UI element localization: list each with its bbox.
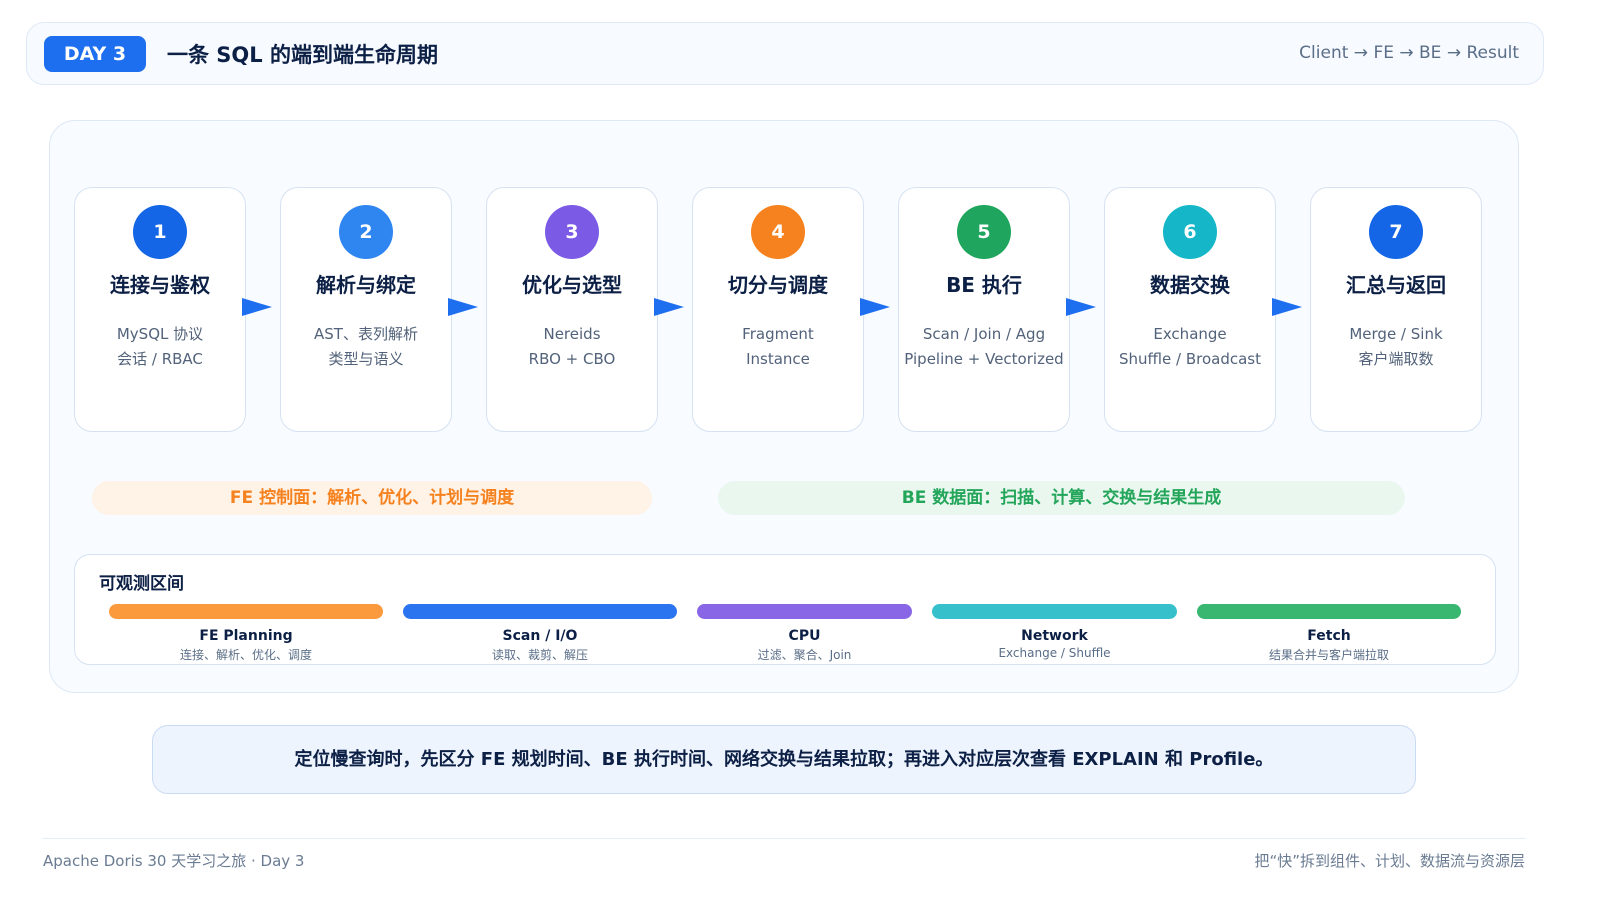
stage-card-5: 5 BE 执行 Scan / Join / Agg Pipeline + Vec…: [898, 187, 1070, 432]
flow-arrow-icon: [1272, 298, 1302, 316]
stage-desc-line1: Exchange: [1153, 325, 1227, 343]
stage-desc-line1: Fragment: [742, 325, 814, 343]
stage-number-badge: 1: [133, 205, 187, 259]
flow-arrow-icon: [654, 298, 684, 316]
segment-sub: Exchange / Shuffle: [998, 646, 1111, 660]
stage-desc-line2: Shuffle / Broadcast: [1118, 350, 1261, 368]
stage-desc-line2: 会话 / RBAC: [117, 350, 203, 368]
segment-cpu: CPU 过滤、聚合、Join: [697, 604, 912, 663]
stage-name: 汇总与返回: [1346, 273, 1446, 297]
stage-card-7: 7 汇总与返回 Merge / Sink 客户端取数: [1310, 187, 1482, 432]
stage-description: Scan / Join / Agg Pipeline + Vectorized: [899, 322, 1069, 372]
stage-card-4: 4 切分与调度 Fragment Instance: [692, 187, 864, 432]
segment-bar: [109, 604, 383, 619]
stage-card-3: 3 优化与选型 Nereids RBO + CBO: [486, 187, 658, 432]
stage-desc-line2: RBO + CBO: [528, 350, 616, 368]
flow-arrow-icon: [860, 298, 890, 316]
page-title: 一条 SQL 的端到端生命周期: [167, 43, 438, 67]
segment-label: Scan / I/O: [502, 628, 578, 644]
segment-network: Network Exchange / Shuffle: [932, 604, 1177, 660]
segment-label: FE Planning: [199, 628, 293, 644]
stage-desc-line1: Nereids: [543, 325, 601, 343]
observability-box: 可观测区间 FE Planning 连接、解析、优化、调度 Scan / I/O…: [74, 554, 1496, 665]
tip-note: 定位慢查询时，先区分 FE 规划时间、BE 执行时间、网络交换与结果拉取；再进入…: [152, 725, 1416, 794]
route-caption: Client → FE → BE → Result: [1299, 43, 1519, 63]
stage-number-badge: 2: [339, 205, 393, 259]
stage-desc-line1: Merge / Sink: [1349, 325, 1443, 343]
segment-label: Network: [1021, 628, 1088, 644]
stage-name: 切分与调度: [728, 273, 828, 297]
flow-arrow-icon: [242, 298, 272, 316]
be-data-plane-label: BE 数据面：扫描、计算、交换与结果生成: [718, 481, 1405, 515]
stage-desc-line1: AST、表列解析: [314, 325, 418, 343]
segment-sub: 过滤、聚合、Join: [757, 648, 852, 662]
stage-card-6: 6 数据交换 Exchange Shuffle / Broadcast: [1104, 187, 1276, 432]
lifecycle-panel: 1 连接与鉴权 MySQL 协议 会话 / RBAC 2 解析与绑定 AST、表…: [49, 120, 1519, 693]
stage-description: AST、表列解析 类型与语义: [281, 322, 451, 372]
segment-bar: [403, 604, 677, 619]
segment-label: CPU: [788, 628, 821, 644]
footer-left-text: Apache Doris 30 天学习之旅 · Day 3: [43, 852, 305, 870]
stage-desc-line2: 类型与语义: [328, 350, 404, 368]
segment-fetch: Fetch 结果合并与客户端拉取: [1197, 604, 1461, 663]
segment-fe-planning: FE Planning 连接、解析、优化、调度: [109, 604, 383, 663]
segment-bar: [697, 604, 912, 619]
stage-desc-line1: Scan / Join / Agg: [922, 325, 1046, 343]
segment-scan-io: Scan / I/O 读取、裁剪、解压: [403, 604, 677, 663]
stage-desc-line2: 客户端取数: [1358, 350, 1434, 368]
stage-number-badge: 5: [957, 205, 1011, 259]
header-bar: DAY 3 一条 SQL 的端到端生命周期 Client → FE → BE →…: [26, 22, 1544, 85]
stage-description: MySQL 协议 会话 / RBAC: [75, 322, 245, 372]
stage-number-badge: 4: [751, 205, 805, 259]
footer-divider: [42, 838, 1526, 839]
day-badge: DAY 3: [44, 36, 146, 72]
stage-desc-line1: MySQL 协议: [116, 325, 204, 343]
stage-card-2: 2 解析与绑定 AST、表列解析 类型与语义: [280, 187, 452, 432]
stage-number-badge: 3: [545, 205, 599, 259]
stage-description: Nereids RBO + CBO: [487, 322, 657, 372]
segment-bar: [932, 604, 1177, 619]
stage-name: 优化与选型: [522, 273, 622, 297]
stage-description: Merge / Sink 客户端取数: [1311, 322, 1481, 372]
stage-name: 连接与鉴权: [110, 273, 210, 297]
stage-description: Fragment Instance: [693, 322, 863, 372]
observability-title: 可观测区间: [99, 574, 184, 594]
segment-label: Fetch: [1307, 628, 1351, 644]
stage-desc-line2: Pipeline + Vectorized: [904, 350, 1064, 368]
flow-arrow-icon: [1066, 298, 1096, 316]
fe-control-plane-label: FE 控制面：解析、优化、计划与调度: [92, 481, 652, 515]
stage-name: 解析与绑定: [316, 273, 416, 297]
stage-number-badge: 6: [1163, 205, 1217, 259]
segment-sub: 读取、裁剪、解压: [491, 648, 588, 662]
segment-bar: [1197, 604, 1461, 619]
stage-name: BE 执行: [946, 273, 1022, 297]
flow-arrow-icon: [448, 298, 478, 316]
stage-description: Exchange Shuffle / Broadcast: [1105, 322, 1275, 372]
segment-sub: 连接、解析、优化、调度: [179, 648, 312, 662]
stage-desc-line2: Instance: [746, 350, 810, 368]
stage-name: 数据交换: [1150, 273, 1230, 297]
footer-right-text: 把“快”拆到组件、计划、数据流与资源层: [1254, 852, 1525, 870]
stage-number-badge: 7: [1369, 205, 1423, 259]
stage-card-1: 1 连接与鉴权 MySQL 协议 会话 / RBAC: [74, 187, 246, 432]
segment-sub: 结果合并与客户端拉取: [1268, 648, 1389, 662]
